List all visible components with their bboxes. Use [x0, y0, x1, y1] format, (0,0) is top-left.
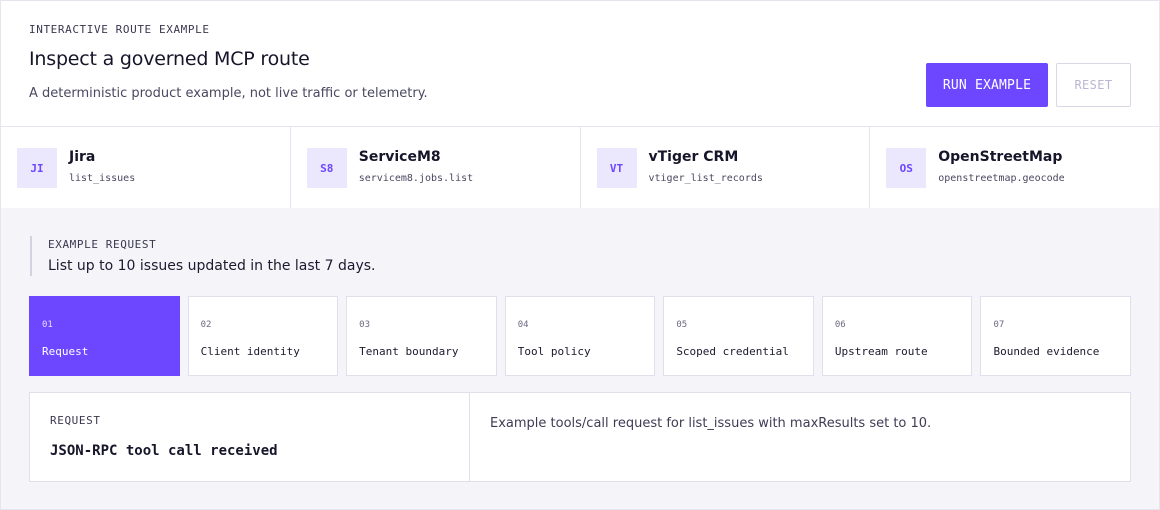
service-tool: openstreetmap.geocode: [938, 173, 1065, 184]
detail-text: Example tools/call request for list_issu…: [490, 416, 932, 431]
step-tenant-boundary[interactable]: 03 Tenant boundary: [346, 296, 497, 376]
step-number: 03: [359, 320, 370, 330]
service-name: Jira: [69, 149, 96, 165]
detail-eyebrow: REQUEST: [50, 414, 101, 427]
step-number: 02: [200, 320, 212, 330]
service-card-servicem8[interactable]: S8 ServiceM8 servicem8.jobs.list: [290, 127, 581, 208]
step-label: Tool policy: [517, 345, 591, 358]
page-subtitle: A deterministic product example, not liv…: [29, 86, 428, 101]
service-badge: S8: [306, 148, 347, 188]
request-text: List up to 10 issues updated in the last…: [48, 258, 376, 274]
step-number: 05: [676, 320, 688, 330]
header-eyebrow: INTERACTIVE ROUTE EXAMPLE: [29, 23, 210, 36]
step-detail-description: Example tools/call request for list_issu…: [470, 393, 1130, 481]
step-label: Upstream route: [834, 345, 928, 358]
route-inspector: EXAMPLE REQUEST List up to 10 issues upd…: [1, 208, 1159, 509]
step-label: Scoped credential: [676, 345, 789, 358]
step-label: Bounded evidence: [993, 345, 1100, 358]
service-badge: JI: [17, 148, 57, 188]
service-badge: VT: [596, 148, 637, 188]
service-card-vtiger[interactable]: VT vTiger CRM vtiger_list_records: [580, 127, 871, 208]
step-scoped-credential[interactable]: 05 Scoped credential: [663, 296, 814, 376]
service-card-openstreetmap[interactable]: OS OpenStreetMap openstreetmap.geocode: [870, 127, 1159, 208]
service-tool: vtiger_list_records: [648, 173, 763, 184]
step-detail: REQUEST JSON-RPC tool call received Exam…: [29, 392, 1131, 482]
request-label: EXAMPLE REQUEST: [48, 238, 157, 251]
service-name: ServiceM8: [358, 149, 441, 165]
service-tool: servicem8.jobs.list: [358, 173, 474, 184]
step-label: Request: [42, 345, 89, 358]
service-tool: list_issues: [69, 173, 136, 184]
step-client-identity[interactable]: 02 Client identity: [187, 296, 339, 376]
service-name: OpenStreetMap: [938, 149, 1063, 165]
service-badge: OS: [886, 148, 927, 188]
step-number: 07: [993, 320, 1005, 330]
step-upstream-route[interactable]: 06 Upstream route: [821, 296, 973, 376]
panel-header: INTERACTIVE ROUTE EXAMPLE Inspect a gove…: [1, 1, 1159, 127]
step-label: Tenant boundary: [359, 345, 459, 358]
run-example-button[interactable]: RUN EXAMPLE: [926, 63, 1048, 107]
step-tool-policy[interactable]: 04 Tool policy: [504, 296, 656, 376]
step-number: 06: [834, 320, 846, 330]
page-title: Inspect a governed MCP route: [29, 48, 310, 70]
service-selector: JI Jira list_issues S8 ServiceM8 service…: [1, 127, 1159, 208]
step-detail-summary: REQUEST JSON-RPC tool call received: [30, 393, 470, 481]
step-number: 04: [517, 320, 529, 330]
service-card-jira[interactable]: JI Jira list_issues: [1, 127, 291, 208]
step-bounded-evidence[interactable]: 07 Bounded evidence: [980, 296, 1132, 376]
detail-title: JSON-RPC tool call received: [50, 443, 278, 459]
example-request: EXAMPLE REQUEST List up to 10 issues upd…: [30, 236, 375, 276]
step-label: Client identity: [200, 345, 300, 358]
service-name: vTiger CRM: [648, 149, 739, 165]
step-request[interactable]: 01 Request: [29, 296, 180, 376]
reset-button[interactable]: RESET: [1056, 63, 1131, 107]
step-number: 01: [42, 320, 53, 330]
route-steps: 01 Request 02 Client identity 03 Tenant …: [29, 296, 1132, 376]
route-example-panel: INTERACTIVE ROUTE EXAMPLE Inspect a gove…: [0, 0, 1160, 510]
